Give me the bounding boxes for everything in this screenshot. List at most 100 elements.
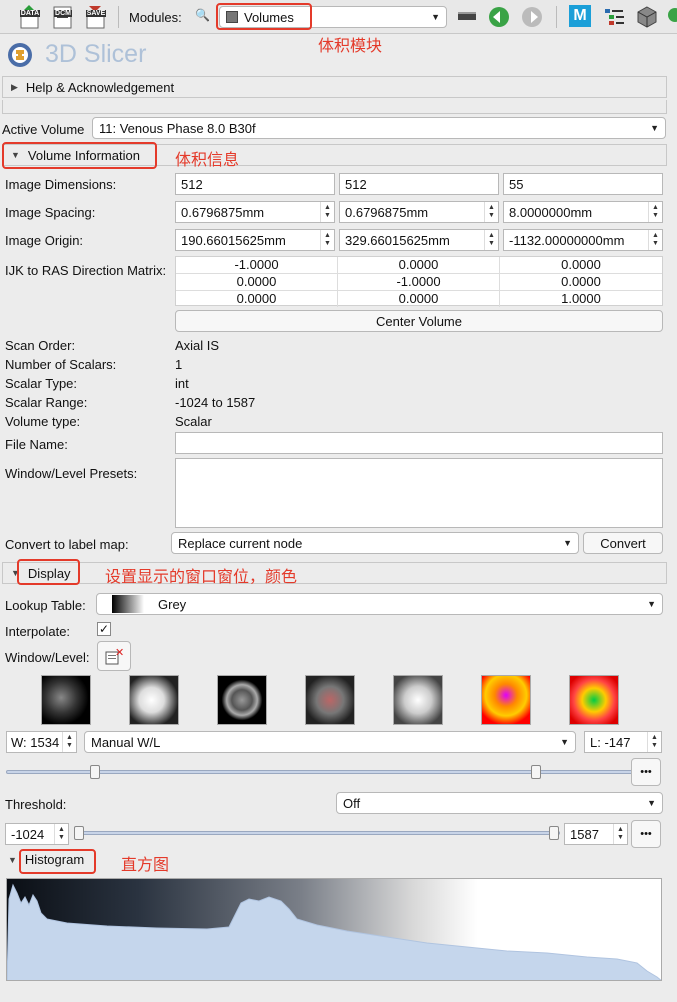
preset-ct-abdomen-thumbnail[interactable] bbox=[305, 675, 355, 725]
forward-arrow-icon[interactable] bbox=[520, 5, 544, 29]
dimensions-label: Image Dimensions: bbox=[5, 177, 117, 192]
preset-pet-thumbnail[interactable] bbox=[481, 675, 531, 725]
preset-ct-brain-thumbnail[interactable] bbox=[217, 675, 267, 725]
wl-mode-selector[interactable]: Manual W/L ▼ bbox=[84, 731, 576, 753]
threshold-label: Threshold: bbox=[5, 797, 67, 812]
toolbar: DATA DCM SAVE Modules: 🔍 Volumes ▼ M bbox=[0, 0, 677, 34]
matrix-cell[interactable]: 0.0000 bbox=[338, 257, 500, 273]
origin-x-spinbox[interactable]: 190.66015625mm ▲ ▼ bbox=[175, 229, 335, 251]
threshold-slider-track[interactable] bbox=[75, 831, 560, 835]
dimension-x-field[interactable]: 512 bbox=[175, 173, 335, 195]
matrix-cell[interactable]: 0.0000 bbox=[338, 291, 500, 307]
spin-arrows-icon[interactable]: ▲ ▼ bbox=[320, 230, 334, 250]
spacing-x-spinbox[interactable]: 0.6796875mm ▲ ▼ bbox=[175, 201, 335, 223]
level-spinbox[interactable]: L: -147 ▲ ▼ bbox=[584, 731, 662, 753]
layout-icon[interactable] bbox=[458, 12, 476, 20]
file-name-field[interactable] bbox=[175, 432, 663, 454]
spin-arrows-icon[interactable]: ▲ ▼ bbox=[484, 202, 498, 222]
matrix-cell[interactable]: 0.0000 bbox=[176, 274, 338, 290]
spin-arrows-icon[interactable]: ▲ ▼ bbox=[320, 202, 334, 222]
origin-x-value: 190.66015625mm bbox=[181, 232, 286, 248]
preset-ct-lung-thumbnail[interactable] bbox=[393, 675, 443, 725]
preset-ct-air-thumbnail[interactable] bbox=[129, 675, 179, 725]
lookup-table-label: Lookup Table: bbox=[5, 598, 86, 613]
matrix-cell[interactable]: 0.0000 bbox=[500, 257, 662, 273]
dicom-button[interactable]: DCM bbox=[51, 3, 75, 29]
threshold-min-value: -1024 bbox=[11, 826, 45, 842]
spin-arrows-icon[interactable]: ▲ ▼ bbox=[647, 732, 661, 752]
data-tree-icon[interactable] bbox=[603, 6, 625, 28]
matrix-cell[interactable]: -1.0000 bbox=[338, 274, 500, 290]
wl-more-button[interactable]: ••• bbox=[631, 758, 661, 786]
spacing-y-spinbox[interactable]: 0.6796875mm ▲ ▼ bbox=[339, 201, 499, 223]
chevron-right-icon: ▶ bbox=[11, 81, 18, 92]
preset-ct-bone-thumbnail[interactable] bbox=[41, 675, 91, 725]
origin-z-spinbox[interactable]: -1132.00000000mm ▲ ▼ bbox=[503, 229, 663, 251]
convert-button[interactable]: Convert bbox=[583, 532, 663, 554]
window-level-slider-track[interactable] bbox=[6, 770, 655, 774]
threshold-more-button[interactable]: ••• bbox=[631, 820, 661, 848]
threshold-mode-selector[interactable]: Off ▼ bbox=[336, 792, 663, 814]
threshold-min-handle[interactable] bbox=[74, 826, 84, 840]
window-level-tool-button[interactable]: ✕ bbox=[97, 641, 131, 671]
wl-presets-list[interactable] bbox=[175, 458, 663, 528]
interpolate-checkbox[interactable]: ✓ bbox=[97, 622, 111, 636]
chevron-down-icon: ▼ bbox=[563, 538, 572, 548]
convert-mode-selector[interactable]: Replace current node ▼ bbox=[171, 532, 579, 554]
volume-type-label: Volume type: bbox=[5, 414, 81, 429]
markups-icon[interactable]: M bbox=[569, 5, 591, 27]
display-section-header[interactable]: ▼ Display bbox=[2, 562, 667, 584]
matrix-cell[interactable]: 1.0000 bbox=[500, 291, 662, 307]
save-button[interactable]: SAVE bbox=[84, 3, 108, 29]
matrix-cell[interactable]: -1.0000 bbox=[176, 257, 338, 273]
level-value: L: -147 bbox=[590, 734, 631, 750]
app-title: 3D Slicer bbox=[45, 40, 147, 68]
window-min-handle[interactable] bbox=[90, 765, 100, 779]
svg-text:✕: ✕ bbox=[115, 646, 124, 659]
toolbar-separator bbox=[556, 6, 557, 28]
active-volume-selector[interactable]: 11: Venous Phase 8.0 B30f ▼ bbox=[92, 117, 666, 139]
matrix-row: 0.0000 0.0000 1.0000 bbox=[176, 290, 662, 307]
load-data-button[interactable]: DATA bbox=[18, 3, 42, 29]
extension-icon[interactable] bbox=[668, 8, 677, 22]
annotation-histogram: 直方图 bbox=[121, 857, 170, 874]
threshold-max-spinbox[interactable]: 1587 ▲ ▼ bbox=[564, 823, 628, 845]
matrix-row: 0.0000 -1.0000 0.0000 bbox=[176, 273, 662, 290]
center-volume-button[interactable]: Center Volume bbox=[175, 310, 663, 332]
modules-label: Modules: bbox=[129, 10, 182, 25]
spacing-label: Image Spacing: bbox=[5, 205, 96, 220]
spacing-y-value: 0.6796875mm bbox=[345, 204, 429, 220]
wl-presets-label: Window/Level Presets: bbox=[5, 466, 138, 481]
threshold-min-spinbox[interactable]: -1024 ▲ ▼ bbox=[5, 823, 69, 845]
histogram-plot[interactable] bbox=[6, 878, 662, 981]
dimension-z-field[interactable]: 55 bbox=[503, 173, 663, 195]
spin-arrows-icon[interactable]: ▲ ▼ bbox=[613, 824, 627, 844]
help-section-header[interactable]: ▶ Help & Acknowledgement bbox=[2, 76, 667, 98]
spin-arrows-icon[interactable]: ▲ ▼ bbox=[54, 824, 68, 844]
threshold-max-handle[interactable] bbox=[549, 826, 559, 840]
matrix-label: IJK to RAS Direction Matrix: bbox=[5, 263, 167, 278]
preset-dti-thumbnail[interactable] bbox=[569, 675, 619, 725]
origin-y-spinbox[interactable]: 329.66015625mm ▲ ▼ bbox=[339, 229, 499, 251]
spin-arrows-icon[interactable]: ▲ ▼ bbox=[484, 230, 498, 250]
scan-order-label: Scan Order: bbox=[5, 338, 76, 353]
module-search-icon[interactable]: 🔍 bbox=[195, 8, 210, 22]
num-scalars-label: Number of Scalars: bbox=[5, 357, 117, 372]
annotation-box bbox=[216, 3, 312, 30]
back-arrow-icon[interactable] bbox=[487, 5, 511, 29]
chevron-down-icon: ▼ bbox=[647, 798, 656, 808]
dimension-y-field[interactable]: 512 bbox=[339, 173, 499, 195]
load-data-icon bbox=[20, 5, 39, 29]
volumes-module-icon[interactable] bbox=[636, 5, 658, 29]
spin-arrows-icon[interactable]: ▲ ▼ bbox=[62, 732, 76, 752]
spin-arrows-icon[interactable]: ▲ ▼ bbox=[648, 202, 662, 222]
spacing-z-spinbox[interactable]: 8.0000000mm ▲ ▼ bbox=[503, 201, 663, 223]
grey-colormap-swatch bbox=[112, 595, 144, 613]
matrix-cell[interactable]: 0.0000 bbox=[500, 274, 662, 290]
lookup-table-selector[interactable]: Grey ▼ bbox=[96, 593, 663, 615]
matrix-cell[interactable]: 0.0000 bbox=[176, 291, 338, 307]
window-spinbox[interactable]: W: 1534 ▲ ▼ bbox=[6, 731, 77, 753]
threshold-mode-value: Off bbox=[343, 795, 361, 811]
spin-arrows-icon[interactable]: ▲ ▼ bbox=[648, 230, 662, 250]
window-max-handle[interactable] bbox=[531, 765, 541, 779]
